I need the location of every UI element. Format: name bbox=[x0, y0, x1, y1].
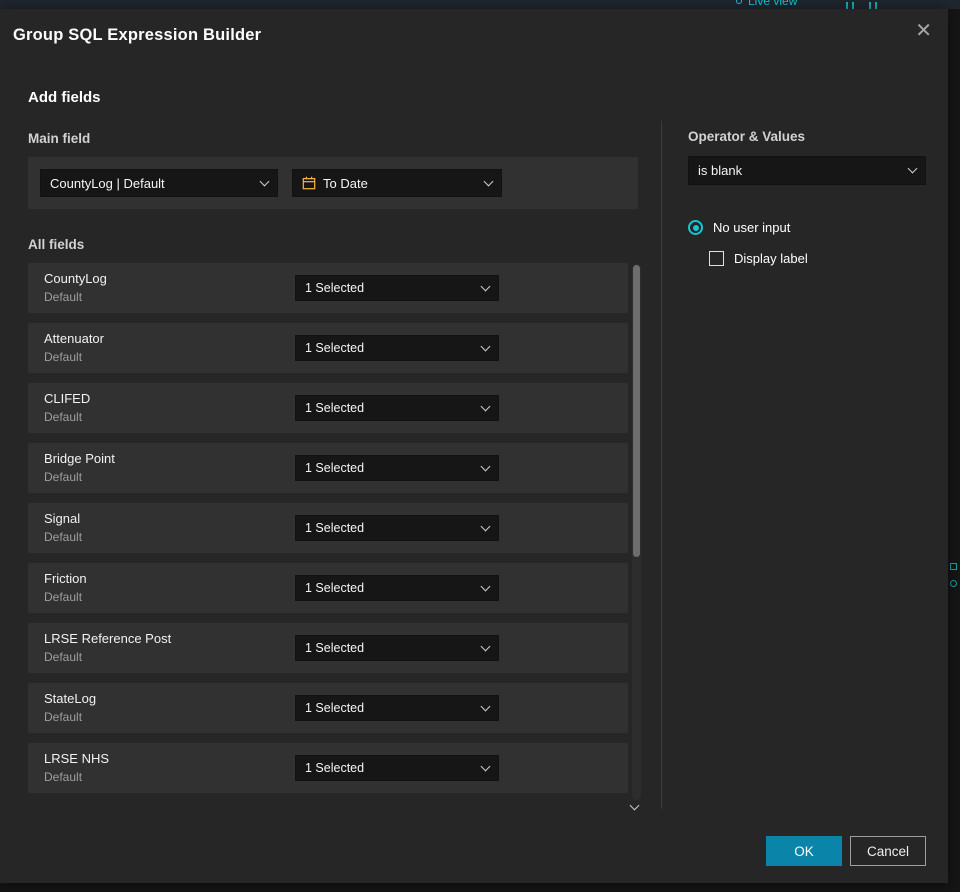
display-label-option[interactable]: Display label bbox=[709, 251, 808, 266]
field-selected-dropdown-label: 1 Selected bbox=[305, 761, 365, 775]
no-user-input-option[interactable]: No user input bbox=[688, 220, 790, 235]
field-selected-dropdown[interactable]: 1 Selected bbox=[295, 515, 499, 541]
no-user-input-label: No user input bbox=[713, 220, 791, 235]
chevron-down-icon bbox=[480, 521, 491, 531]
field-selected-dropdown[interactable]: 1 Selected bbox=[295, 275, 499, 301]
field-name: Attenuator bbox=[44, 331, 104, 346]
field-row: LRSE NHS Default 1 Selected bbox=[28, 743, 628, 793]
field-selected-dropdown-label: 1 Selected bbox=[305, 581, 365, 595]
field-subtitle: Default bbox=[44, 350, 83, 364]
operator-dropdown[interactable]: is blank bbox=[688, 156, 926, 185]
field-row: Attenuator Default 1 Selected bbox=[28, 323, 628, 373]
field-selected-dropdown[interactable]: 1 Selected bbox=[295, 635, 499, 661]
field-selected-dropdown[interactable]: 1 Selected bbox=[295, 695, 499, 721]
field-row: Bridge Point Default 1 Selected bbox=[28, 443, 628, 493]
main-field-panel: CountyLog | Default To Date bbox=[28, 157, 638, 209]
toolbar-icon-fragment bbox=[846, 2, 854, 9]
field-selected-dropdown-label: 1 Selected bbox=[305, 281, 365, 295]
field-name: StateLog bbox=[44, 691, 97, 706]
chevron-down-icon bbox=[480, 401, 491, 411]
add-fields-heading: Add fields bbox=[28, 89, 101, 106]
field-subtitle: Default bbox=[44, 470, 83, 484]
field-name: CLIFED bbox=[44, 391, 91, 406]
chevron-down-icon bbox=[259, 176, 270, 186]
field-selected-dropdown[interactable]: 1 Selected bbox=[295, 575, 499, 601]
calendar-icon bbox=[302, 176, 316, 190]
field-selected-dropdown-label: 1 Selected bbox=[305, 641, 365, 655]
field-name: Signal bbox=[44, 511, 81, 526]
field-row: CLIFED Default 1 Selected bbox=[28, 383, 628, 433]
field-subtitle: Default bbox=[44, 290, 83, 304]
field-selected-dropdown-label: 1 Selected bbox=[305, 341, 365, 355]
field-row: LRSE Reference Post Default 1 Selected bbox=[28, 623, 628, 673]
live-view-indicator: Live view bbox=[736, 0, 797, 8]
background-app-fragment-icon bbox=[950, 563, 957, 570]
no-user-input-radio[interactable] bbox=[688, 220, 703, 235]
fields-list-scrollbar[interactable] bbox=[632, 264, 641, 800]
dialog-title: Group SQL Expression Builder bbox=[13, 26, 262, 44]
main-field-source-dropdown-label: CountyLog | Default bbox=[50, 175, 165, 191]
ok-button[interactable]: OK bbox=[766, 836, 842, 866]
toolbar-icon-fragment bbox=[869, 2, 877, 9]
background-app-fragment-icon bbox=[950, 580, 957, 587]
cancel-button[interactable]: Cancel bbox=[850, 836, 926, 866]
chevron-down-icon bbox=[480, 341, 491, 351]
live-view-label: Live view bbox=[748, 0, 798, 8]
main-field-date-dropdown[interactable]: To Date bbox=[292, 169, 502, 197]
field-selected-dropdown-label: 1 Selected bbox=[305, 401, 365, 415]
scroll-down-arrow-icon[interactable] bbox=[629, 800, 640, 811]
field-subtitle: Default bbox=[44, 770, 83, 784]
all-fields-label: All fields bbox=[28, 237, 85, 252]
field-selected-dropdown-label: 1 Selected bbox=[305, 461, 365, 475]
field-row: StateLog Default 1 Selected bbox=[28, 683, 628, 733]
all-fields-list: CountyLog Default 1 Selected Attenuator … bbox=[28, 263, 628, 803]
operator-values-label: Operator & Values bbox=[688, 129, 806, 144]
field-subtitle: Default bbox=[44, 530, 83, 544]
field-name: Friction bbox=[44, 571, 87, 586]
chevron-down-icon bbox=[480, 701, 491, 711]
field-name: CountyLog bbox=[44, 271, 107, 286]
field-row: Friction Default 1 Selected bbox=[28, 563, 628, 613]
field-selected-dropdown-label: 1 Selected bbox=[305, 521, 365, 535]
field-subtitle: Default bbox=[44, 590, 83, 604]
chevron-down-icon bbox=[480, 461, 491, 471]
chevron-down-icon bbox=[483, 176, 494, 186]
field-subtitle: Default bbox=[44, 410, 83, 424]
chevron-down-icon bbox=[480, 581, 491, 591]
fields-list-scrollbar-thumb[interactable] bbox=[633, 265, 640, 557]
chevron-down-icon bbox=[480, 641, 491, 651]
live-view-dot-icon bbox=[736, 0, 742, 4]
group-sql-expression-builder-dialog: Group SQL Expression Builder ✕ Add field… bbox=[0, 9, 948, 883]
main-field-label: Main field bbox=[28, 131, 91, 146]
display-label-label: Display label bbox=[734, 251, 808, 266]
field-selected-dropdown[interactable]: 1 Selected bbox=[295, 395, 499, 421]
chevron-down-icon bbox=[907, 163, 918, 174]
main-field-source-dropdown[interactable]: CountyLog | Default bbox=[40, 169, 278, 197]
field-subtitle: Default bbox=[44, 710, 83, 724]
field-row: CountyLog Default 1 Selected bbox=[28, 263, 628, 313]
chevron-down-icon bbox=[480, 761, 491, 771]
field-selected-dropdown[interactable]: 1 Selected bbox=[295, 335, 499, 361]
field-selected-dropdown[interactable]: 1 Selected bbox=[295, 455, 499, 481]
main-field-date-dropdown-label: To Date bbox=[323, 175, 368, 191]
field-selected-dropdown-label: 1 Selected bbox=[305, 701, 365, 715]
display-label-checkbox[interactable] bbox=[709, 251, 724, 266]
close-icon[interactable]: ✕ bbox=[915, 21, 932, 41]
field-subtitle: Default bbox=[44, 650, 83, 664]
column-divider bbox=[661, 121, 662, 809]
background-app-topbar: Live view bbox=[0, 0, 960, 9]
field-name: LRSE Reference Post bbox=[44, 631, 172, 646]
field-name: LRSE NHS bbox=[44, 751, 110, 766]
chevron-down-icon bbox=[480, 281, 491, 291]
field-row: Signal Default 1 Selected bbox=[28, 503, 628, 553]
operator-dropdown-label: is blank bbox=[698, 163, 743, 178]
field-name: Bridge Point bbox=[44, 451, 115, 466]
field-selected-dropdown[interactable]: 1 Selected bbox=[295, 755, 499, 781]
